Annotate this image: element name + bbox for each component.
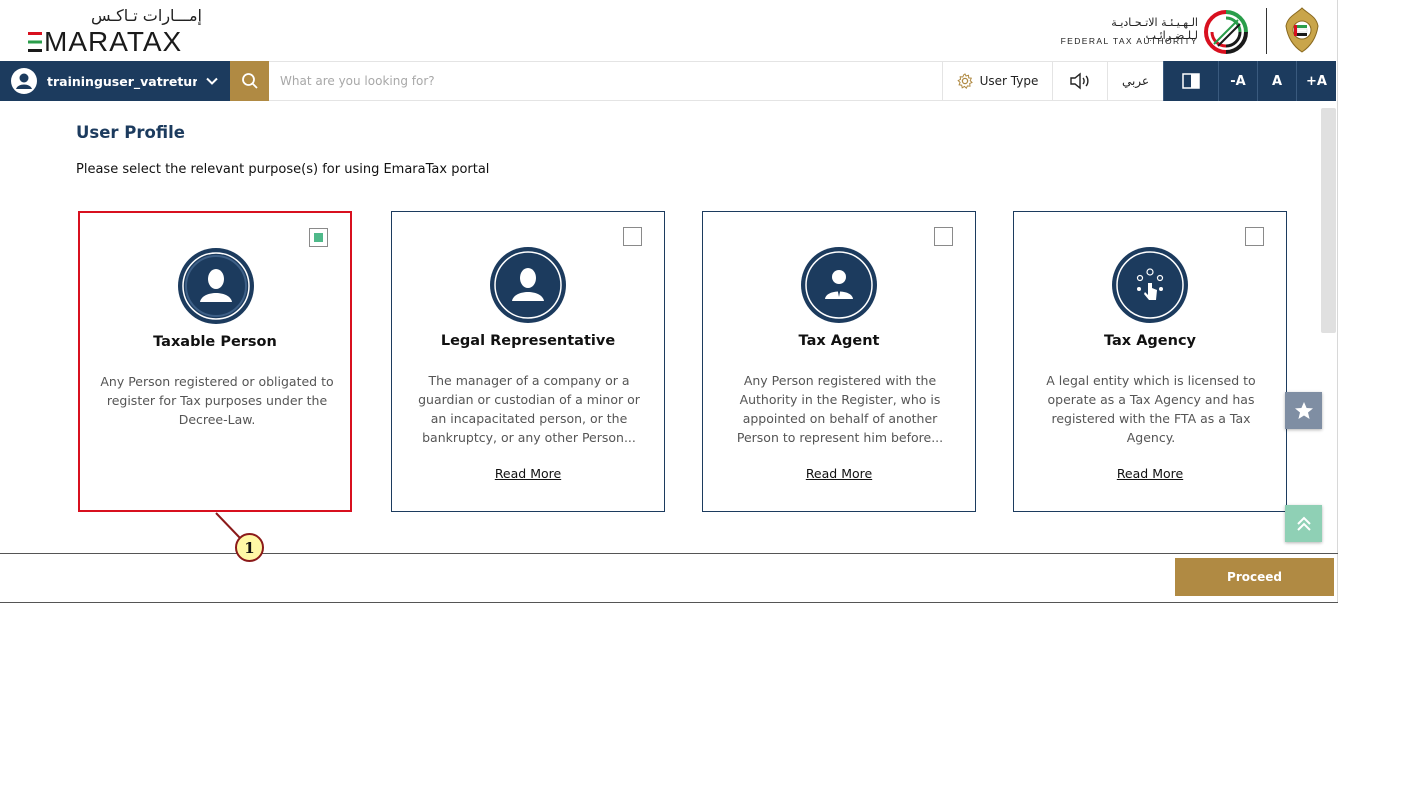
search-button[interactable]: [230, 61, 269, 101]
person-icon: [490, 247, 566, 323]
speaker-icon: [1070, 72, 1089, 90]
page-title: User Profile: [76, 123, 185, 142]
username-label: traininguser_vatreturns...: [47, 73, 197, 89]
network-touch-icon: [1112, 247, 1188, 323]
footer-divider: [0, 553, 1338, 554]
tax-agency-checkbox[interactable]: [1245, 227, 1264, 246]
read-more-link[interactable]: Read More: [1014, 466, 1286, 481]
user-avatar-icon: [11, 68, 37, 94]
authority-english: FEDERAL TAX AUTHORITY: [1060, 36, 1198, 46]
agent-icon: [801, 247, 877, 323]
app-window: إمـــارات تـاكـس MARATAX الـهـيـئـة الات…: [0, 0, 1338, 603]
gear-icon: [956, 73, 973, 89]
toolbar: traininguser_vatreturns... User Type: [0, 61, 1336, 101]
header: إمـــارات تـاكـس MARATAX الـهـيـئـة الات…: [0, 0, 1338, 60]
scroll-top-button[interactable]: [1285, 505, 1322, 542]
star-icon: [1294, 401, 1313, 419]
person-icon: [178, 248, 254, 324]
user-type-button[interactable]: User Type: [942, 61, 1052, 101]
fta-logo[interactable]: الـهـيـئـة الاتـحـاديـة لـلـضـرائـب FEDE…: [1058, 6, 1328, 56]
user-menu-button[interactable]: traininguser_vatreturns...: [0, 61, 230, 101]
brand-english: MARATAX: [44, 26, 183, 57]
audio-button[interactable]: [1052, 61, 1107, 101]
card-title: Tax Agency: [1103, 333, 1196, 349]
card-tax-agency[interactable]: Tax Agency A legal entity which is licen…: [1013, 211, 1287, 512]
instruction-text: Please select the relevant purpose(s) fo…: [76, 162, 490, 177]
proceed-button[interactable]: Proceed: [1175, 558, 1334, 596]
font-normal-button[interactable]: A: [1257, 61, 1296, 101]
card-description: Any Person registered with the Authority…: [736, 373, 944, 445]
chevron-down-icon: [206, 77, 218, 85]
favorite-button[interactable]: [1285, 392, 1322, 429]
card-taxable-person[interactable]: Taxable Person Any Person registered or …: [78, 211, 352, 512]
contrast-button[interactable]: [1163, 61, 1218, 101]
font-decrease-button[interactable]: -A: [1218, 61, 1257, 101]
legal-representative-checkbox[interactable]: [623, 227, 642, 246]
card-description: Any Person registered or obligated to re…: [100, 374, 334, 427]
uae-emblem-icon: [1285, 7, 1319, 53]
emaratax-logo[interactable]: إمـــارات تـاكـس MARATAX: [26, 6, 206, 57]
card-description: A legal entity which is licensed to oper…: [1046, 373, 1256, 445]
contrast-icon: [1182, 73, 1200, 89]
language-toggle[interactable]: عربي: [1107, 61, 1163, 101]
search-input[interactable]: [280, 62, 920, 100]
card-title: Legal Representative: [440, 333, 616, 349]
step-callout-badge: 1: [235, 533, 264, 562]
read-more-link[interactable]: Read More: [703, 466, 975, 481]
logo-separator: [1266, 8, 1267, 54]
search-icon: [241, 73, 258, 89]
read-more-link[interactable]: Read More: [392, 466, 664, 481]
card-legal-representative[interactable]: Legal Representative The manager of a co…: [391, 211, 665, 512]
brand-arabic: إمـــارات تـاكـس: [91, 6, 202, 25]
logo-e-bars-icon: [28, 32, 42, 52]
user-type-label: User Type: [979, 74, 1039, 88]
card-title: Taxable Person: [153, 334, 277, 350]
font-increase-button[interactable]: +A: [1296, 61, 1336, 101]
card-title: Tax Agent: [798, 333, 880, 349]
footer-bottom-border: [0, 602, 1338, 603]
tax-agent-checkbox[interactable]: [934, 227, 953, 246]
card-tax-agent[interactable]: Tax Agent Any Person registered with the…: [702, 211, 976, 512]
taxable-person-checkbox[interactable]: [309, 228, 328, 247]
fta-emblem-icon: [1204, 10, 1248, 54]
scrollbar-thumb[interactable]: [1321, 108, 1336, 333]
card-description: The manager of a company or a guardian o…: [418, 373, 640, 445]
double-chevron-up-icon: [1296, 516, 1311, 531]
